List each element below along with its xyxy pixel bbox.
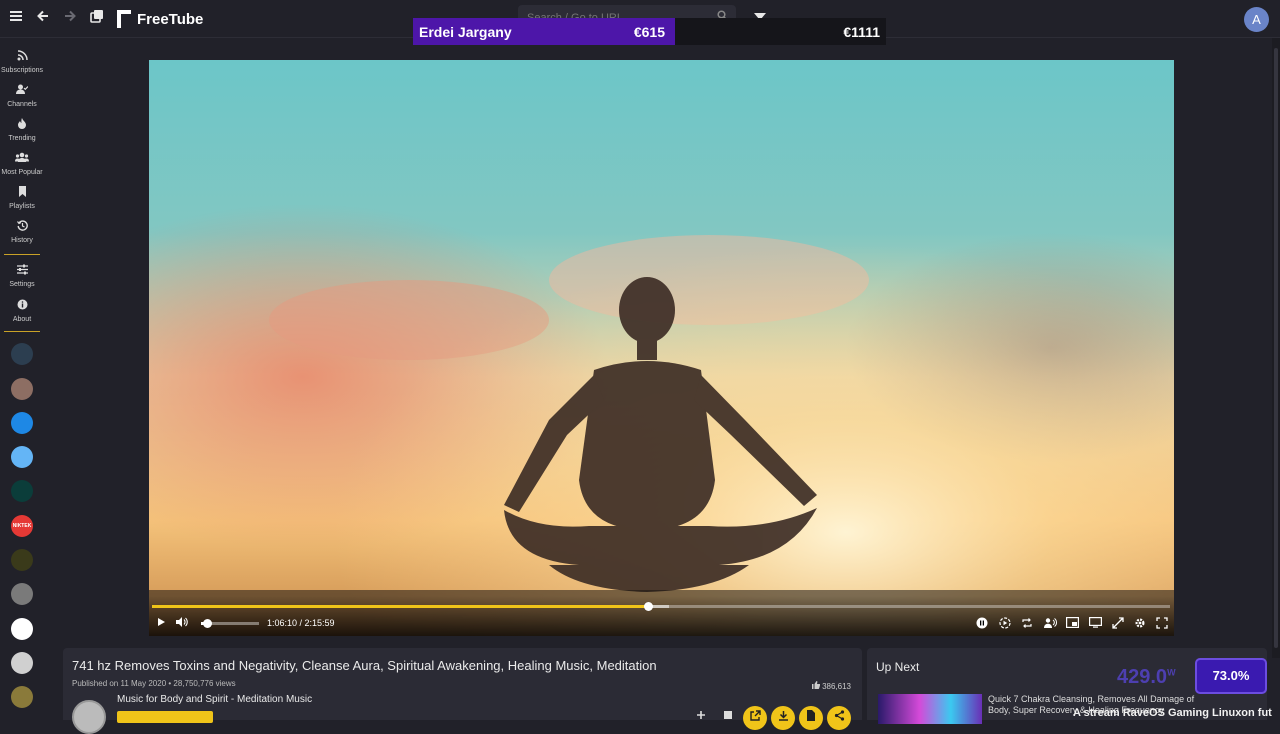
history-icon — [0, 220, 44, 234]
time-display: 1:06:10 / 2:15:59 — [267, 618, 335, 628]
playback-speed-icon[interactable] — [998, 617, 1012, 631]
channel-avatar[interactable] — [11, 549, 33, 571]
sidebar-divider — [4, 331, 40, 332]
add-to-playlist-icon[interactable] — [696, 710, 706, 723]
back-arrow-icon[interactable] — [32, 8, 54, 30]
video-player[interactable]: 1:06:10 / 2:15:59 — [149, 60, 1174, 636]
sidebar-divider — [4, 254, 40, 255]
channel-avatar[interactable] — [11, 412, 33, 434]
rss-icon — [0, 50, 44, 64]
sidebar-item-label: Settings — [9, 281, 35, 288]
freetube-logo-icon — [117, 10, 133, 28]
channel-avatar[interactable] — [11, 378, 33, 400]
channel-avatar[interactable] — [11, 618, 33, 640]
sidebar-item-label: Channels — [7, 101, 37, 108]
open-external-icon[interactable] — [743, 706, 767, 730]
pause-circle-icon[interactable] — [975, 617, 989, 631]
volume-slider[interactable] — [201, 619, 259, 628]
share-icon[interactable] — [827, 706, 851, 730]
picture-in-picture-icon[interactable] — [1065, 617, 1079, 631]
page-scrollbar[interactable] — [1272, 38, 1280, 658]
sidebar-item-playlists[interactable]: Playlists — [0, 186, 44, 210]
seek-bar[interactable] — [152, 602, 1170, 611]
channel-name[interactable]: Music for Body and Spirit - Meditation M… — [117, 694, 312, 705]
channel-avatar[interactable]: NIKTEK — [11, 515, 33, 537]
sidebar-item-label: History — [11, 237, 33, 244]
sidebar-item-about[interactable]: About — [0, 299, 44, 323]
played-bar — [152, 605, 648, 608]
power-readout: 429.0W — [1117, 666, 1176, 689]
menu-icon[interactable] — [5, 8, 27, 30]
save-icon[interactable] — [724, 710, 732, 723]
donor-name: Erdei Jargany — [419, 23, 512, 40]
user-check-icon — [0, 84, 44, 98]
video-frame — [149, 60, 1174, 636]
info-icon — [0, 299, 44, 313]
channel-avatar[interactable] — [11, 652, 33, 674]
app-name: FreeTube — [137, 10, 204, 28]
play-icon[interactable] — [154, 617, 168, 631]
sliders-icon — [0, 264, 44, 278]
channel-avatar[interactable] — [11, 583, 33, 605]
sidebar: Subscriptions Channels Trending Most Pop… — [0, 38, 44, 720]
users-icon — [0, 152, 44, 166]
sidebar-item-history[interactable]: History — [0, 220, 44, 244]
channel-avatar[interactable] — [72, 700, 106, 734]
video-info-panel: 741 hz Removes Toxins and Negativity, Cl… — [63, 648, 862, 734]
sidebar-item-label: Playlists — [9, 203, 35, 210]
utilization-badge: 73.0% — [1195, 658, 1267, 694]
sidebar-item-label: Subscriptions — [0, 67, 44, 74]
donation-overlay-left: Erdei Jargany €615 — [413, 18, 675, 45]
channel-avatar[interactable] — [11, 686, 33, 708]
up-next-title: Up Next — [876, 660, 920, 674]
video-title: 741 hz Removes Toxins and Negativity, Cl… — [72, 658, 657, 673]
captions-user-icon[interactable] — [1043, 617, 1057, 631]
channel-avatar[interactable] — [11, 446, 33, 468]
publish-info: Published on 11 May 2020 • 28,750,776 vi… — [72, 679, 236, 688]
channel-avatar[interactable] — [11, 480, 33, 502]
theater-mode-icon[interactable] — [1088, 617, 1102, 631]
subscribe-button[interactable] — [117, 711, 213, 723]
expand-icon[interactable] — [1111, 617, 1125, 631]
sidebar-item-channels[interactable]: Channels — [0, 84, 44, 108]
stream-ticker: A stream RaveOS Gaming Linuxon fut — [1073, 707, 1272, 719]
fire-icon — [0, 118, 44, 132]
channel-avatar[interactable] — [11, 343, 33, 365]
sidebar-item-subscriptions[interactable]: Subscriptions — [0, 50, 44, 74]
sidebar-item-trending[interactable]: Trending — [0, 118, 44, 142]
sidebar-item-label: Most Popular — [1, 169, 43, 176]
donation-amount: €615 — [633, 23, 665, 40]
donation-overlay-right: €1111 — [675, 18, 886, 45]
like-count-value: 386,613 — [822, 682, 851, 691]
donation-goal: €1111 — [843, 23, 880, 40]
sidebar-item-label: Trending — [8, 135, 36, 142]
power-unit: W — [1167, 667, 1176, 678]
sidebar-item-most-popular[interactable]: Most Popular — [0, 152, 44, 176]
fullscreen-icon[interactable] — [1155, 617, 1169, 631]
like-count: 386,613 — [811, 681, 851, 691]
forward-arrow-icon[interactable] — [59, 8, 81, 30]
power-value: 429.0 — [1117, 666, 1168, 688]
scrollbar-thumb[interactable] — [1274, 48, 1278, 648]
profile-avatar[interactable]: A — [1244, 7, 1269, 32]
file-icon[interactable] — [799, 706, 823, 730]
volume-knob[interactable] — [202, 619, 212, 628]
seek-knob[interactable] — [643, 602, 653, 611]
app-logo[interactable]: FreeTube — [117, 9, 203, 29]
thumbs-up-icon — [811, 681, 822, 691]
new-window-icon[interactable] — [86, 8, 108, 30]
bookmark-icon — [0, 186, 44, 200]
loop-icon[interactable] — [1020, 617, 1034, 631]
download-icon[interactable] — [771, 706, 795, 730]
sidebar-item-settings[interactable]: Settings — [0, 264, 44, 288]
settings-gear-icon[interactable] — [1133, 617, 1147, 631]
volume-icon[interactable] — [175, 617, 189, 631]
sidebar-item-label: About — [12, 316, 32, 323]
